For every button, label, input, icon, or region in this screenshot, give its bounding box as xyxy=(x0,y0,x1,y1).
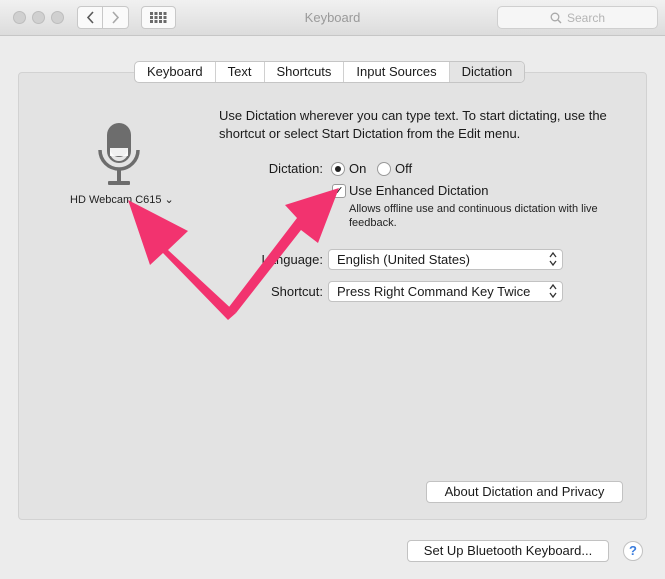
dictation-description: Use Dictation wherever you can type text… xyxy=(219,108,607,141)
about-dictation-button[interactable]: About Dictation and Privacy xyxy=(426,481,623,503)
search-field[interactable]: Search xyxy=(497,6,658,29)
help-button[interactable]: ? xyxy=(623,541,643,561)
microphone-icon xyxy=(98,123,140,185)
tab-dictation[interactable]: Dictation xyxy=(449,62,525,82)
tab-text[interactable]: Text xyxy=(216,62,265,82)
shortcut-value: Press Right Command Key Twice xyxy=(337,284,531,299)
microphone-source-menu[interactable]: HD Webcam C615 ⌄ xyxy=(70,193,174,206)
setup-bluetooth-keyboard-button[interactable]: Set Up Bluetooth Keyboard... xyxy=(407,540,609,562)
shortcut-label: Shortcut: xyxy=(270,284,323,299)
search-icon xyxy=(550,12,562,23)
title-bar: Keyboard Search xyxy=(0,0,665,36)
shortcut-select[interactable]: Press Right Command Key Twice xyxy=(328,281,563,302)
stepper-arrows-icon xyxy=(549,251,557,267)
dictation-on-label[interactable]: On xyxy=(349,161,366,176)
enhanced-dictation-help: Allows offline use and continuous dictat… xyxy=(349,203,598,229)
enhanced-dictation-label[interactable]: Use Enhanced Dictation xyxy=(349,183,488,198)
keyboard-preferences-window: Keyboard Search Keyboard Text Shortcuts … xyxy=(0,0,665,579)
stepper-arrows-icon xyxy=(549,283,557,299)
language-select[interactable]: English (United States) xyxy=(328,249,563,270)
enhanced-dictation-checkbox[interactable]: ✓ xyxy=(332,184,346,198)
language-label: Language: xyxy=(261,252,323,267)
tab-input-sources[interactable]: Input Sources xyxy=(344,62,450,82)
dictation-on-radio[interactable] xyxy=(331,162,345,176)
dictation-off-radio[interactable] xyxy=(377,162,391,176)
tab-bar: Keyboard Text Shortcuts Input Sources Di… xyxy=(134,61,526,83)
language-value: English (United States) xyxy=(337,252,470,267)
tab-shortcuts[interactable]: Shortcuts xyxy=(265,62,345,82)
tab-keyboard[interactable]: Keyboard xyxy=(135,62,216,82)
dictation-off-label[interactable]: Off xyxy=(395,161,412,176)
search-placeholder: Search xyxy=(566,10,606,25)
dictation-label: Dictation: xyxy=(268,161,323,176)
